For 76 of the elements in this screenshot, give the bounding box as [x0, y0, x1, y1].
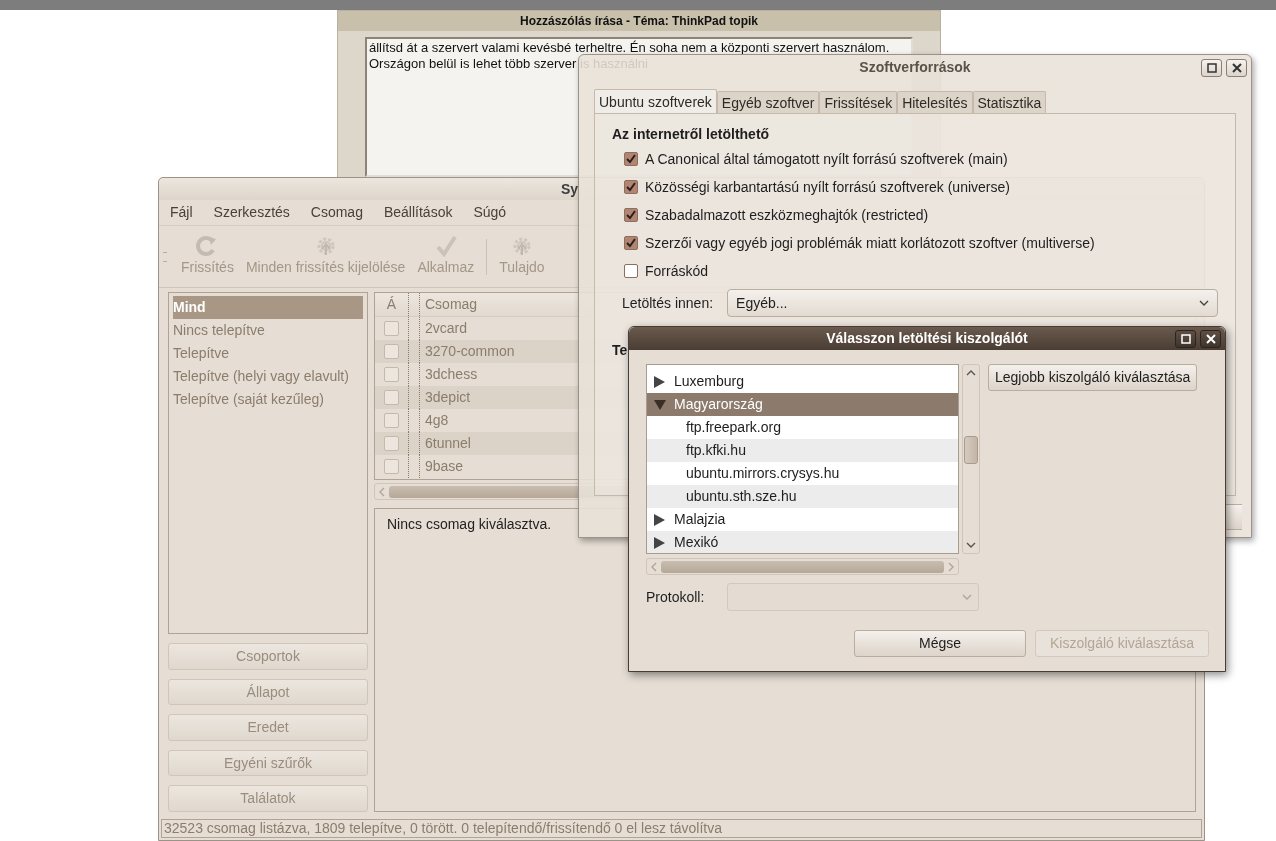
status-bar: 32523 csomag listázva, 1809 telepítve, 0 törött. 0 telepítendő/frissítendő 0 el lesz távolítva: [161, 819, 1202, 838]
field-label: Protokoll:: [646, 587, 706, 607]
menu-item[interactable]: Csomag: [310, 202, 363, 223]
checkbox[interactable]: [624, 264, 638, 278]
checkbox-label: A Canonical által támogatott nyílt forrású szoftverek (main): [645, 149, 1008, 169]
table-cell-text: 3depict: [424, 388, 471, 407]
checkbox-label: Közösségi karbantartású nyílt forrású szoftverek (universe): [645, 177, 1010, 197]
server-dropdown[interactable]: Egyéb...: [727, 289, 1218, 317]
window-title: Hozzászólás írása - Téma: ThinkPad topik: [338, 11, 940, 31]
tab[interactable]: Hitelesítés: [897, 91, 973, 113]
tree-item[interactable]: ftp.freepark.org: [647, 416, 958, 439]
checkbox[interactable]: [624, 152, 638, 166]
checkbox[interactable]: [624, 236, 638, 250]
checkbox[interactable]: [384, 321, 399, 336]
message-line: állítsd át a szervert valami kevésbé terheltre. Én soha nem a központi szervert használom.: [369, 40, 891, 56]
menu-item[interactable]: Szerkesztés: [213, 202, 290, 223]
close-button[interactable]: [1226, 59, 1247, 77]
best-server-button[interactable]: Legjobb kiszolgáló kiválasztása: [988, 364, 1198, 391]
check-icon: [434, 235, 457, 257]
tree-item[interactable]: Malajzia: [647, 508, 958, 531]
check-icon: [626, 154, 636, 164]
check-icon: [626, 238, 636, 248]
table-cell-text: 4g8: [424, 411, 449, 430]
close-button[interactable]: [1200, 330, 1221, 348]
tree-item[interactable]: ubuntu.sth.sze.hu: [647, 485, 958, 508]
table-cell-text: 6tunnel: [424, 434, 471, 453]
horizontal-scrollbar[interactable]: [646, 558, 959, 575]
table-cell-text: 9base: [424, 457, 464, 476]
checkbox[interactable]: [624, 208, 638, 222]
table-cell-text: 3270-common: [424, 342, 515, 361]
close-icon: [1205, 334, 1216, 344]
menu-item[interactable]: Fájl: [170, 202, 193, 223]
field-label: Letöltés innen:: [622, 293, 714, 313]
tab[interactable]: Ubuntu szoftverek: [594, 89, 717, 113]
tab[interactable]: Egyéb szoftver: [716, 91, 820, 113]
checkbox-label: Szabadalmazott eszközmeghajtók (restricted): [645, 205, 929, 225]
expander-icon: [653, 375, 667, 388]
maximize-icon: [1180, 334, 1191, 344]
table-cell-text: 2vcard: [424, 319, 468, 338]
tree-item[interactable]: Magyarország: [647, 393, 958, 416]
check-icon: [626, 210, 636, 220]
expander-icon: [653, 513, 667, 526]
window-title: Válasszon letöltési kiszolgálót: [826, 329, 1028, 348]
maximize-icon: [1206, 63, 1217, 73]
tree-item[interactable]: Luxemburg: [647, 370, 958, 393]
tree-item[interactable]: ftp.kfki.hu: [647, 439, 958, 462]
window-title: Szoftverforrások: [859, 57, 971, 77]
table-cell-text: 3dchess: [424, 365, 478, 384]
menu-item[interactable]: Súgó: [473, 202, 507, 223]
expander-icon: [653, 398, 667, 411]
close-icon: [1231, 63, 1242, 73]
checkbox[interactable]: [384, 344, 399, 359]
vertical-scrollbar[interactable]: [962, 364, 980, 554]
checkbox-label: Szerzői vagy egyéb jogi problémák miatt korlátozott szoftver (multiverse): [645, 233, 1095, 253]
checkbox[interactable]: [384, 367, 399, 382]
checkbox[interactable]: [624, 180, 638, 194]
maximize-button[interactable]: [1201, 59, 1222, 77]
expander-icon: [653, 536, 667, 549]
tree-item[interactable]: ubuntu.mirrors.crysys.hu: [647, 462, 958, 485]
checkbox[interactable]: [384, 459, 399, 474]
checkbox[interactable]: [384, 436, 399, 451]
maximize-button[interactable]: [1175, 330, 1196, 348]
tree-item[interactable]: Mexikó: [647, 531, 958, 553]
check-icon: [626, 182, 636, 192]
tab[interactable]: Statisztika: [972, 91, 1047, 113]
checkbox[interactable]: [384, 390, 399, 405]
checkbox-label: Forráskód: [645, 261, 709, 281]
menu-item[interactable]: Beállítások: [383, 202, 453, 223]
scrollbar-thumb[interactable]: [661, 560, 944, 573]
scrollbar-thumb[interactable]: [964, 436, 978, 464]
section-heading: Az internetről letölthető: [612, 125, 771, 144]
refresh-icon: [196, 235, 219, 257]
dialog-button[interactable]: Mégse: [854, 630, 1026, 657]
checkbox[interactable]: [384, 413, 399, 428]
tab[interactable]: Frissítések: [819, 91, 898, 113]
description-text: Nincs csomag kiválasztva.: [387, 516, 552, 532]
